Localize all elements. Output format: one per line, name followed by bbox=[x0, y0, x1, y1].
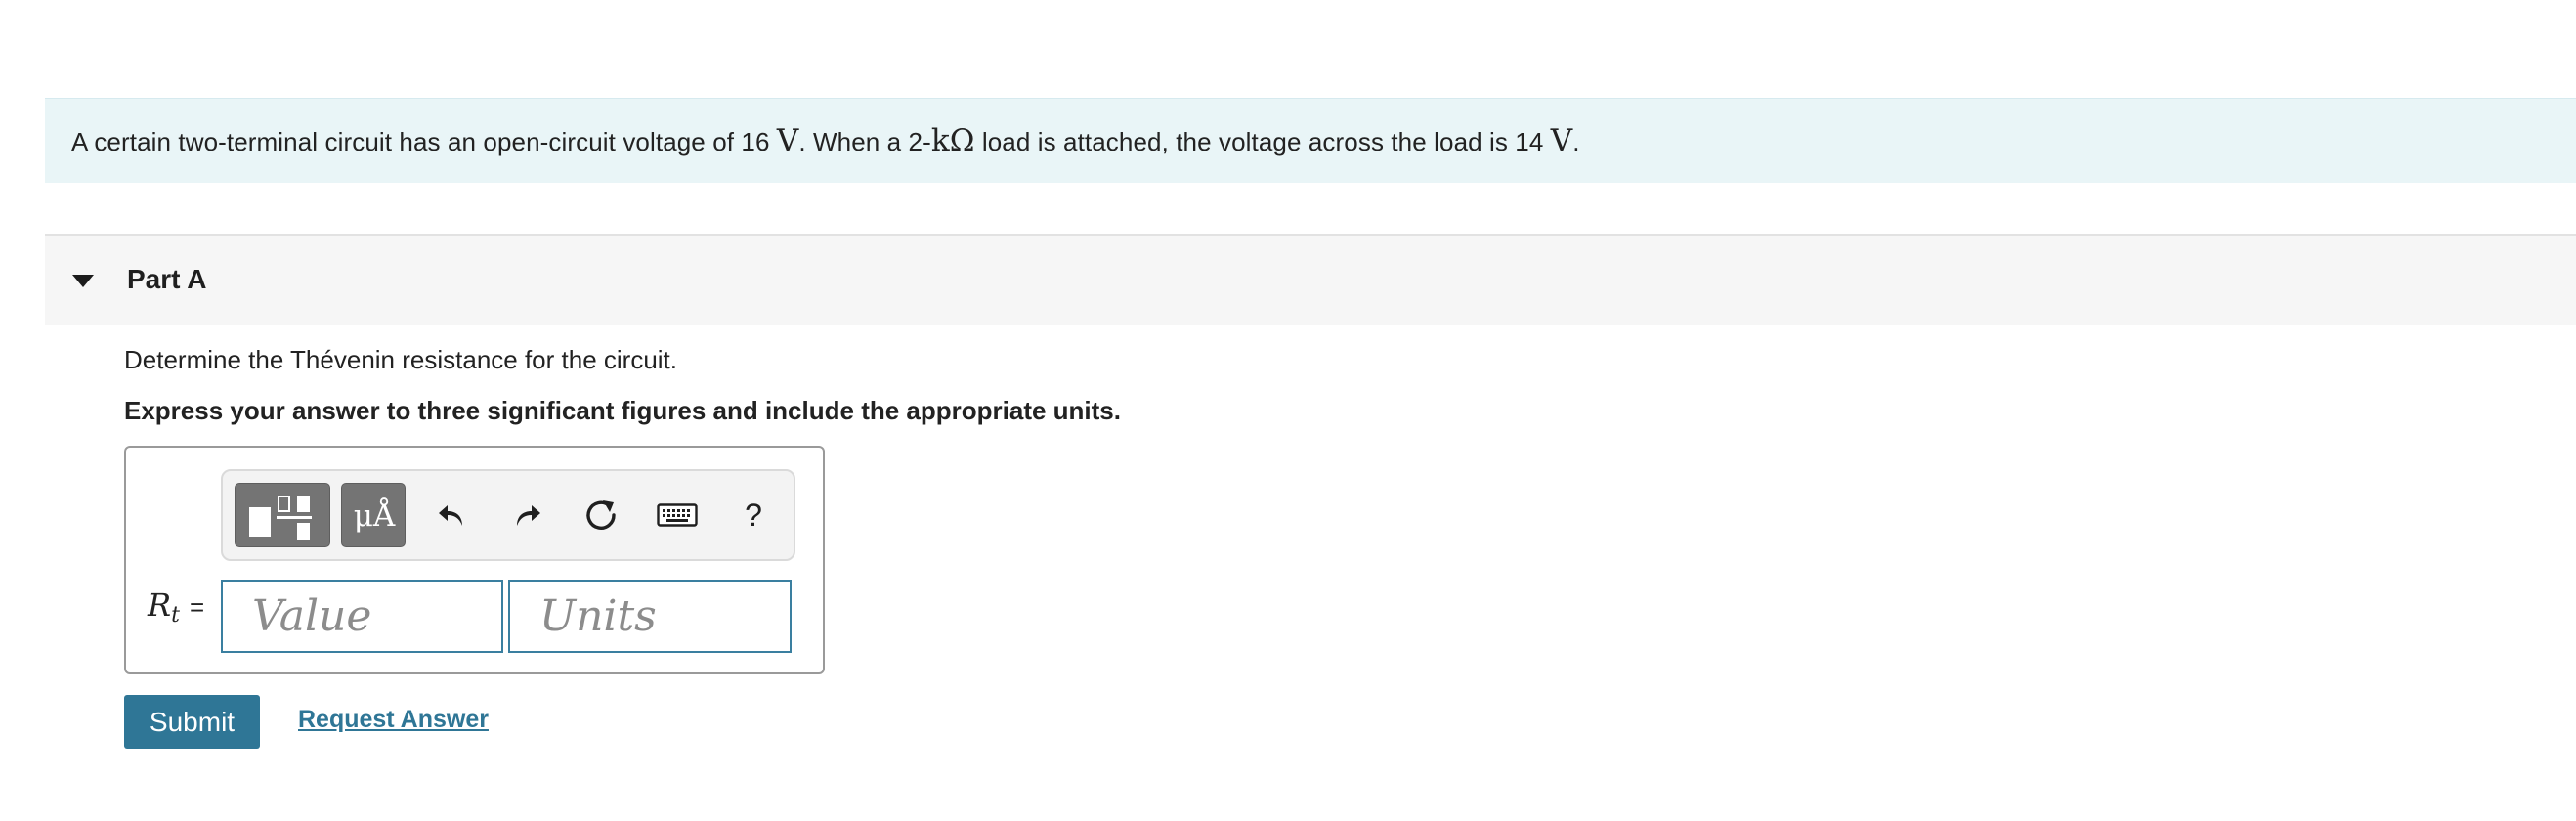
problem-text-1: A certain two-terminal circuit has an op… bbox=[71, 127, 777, 156]
page: A certain two-terminal circuit has an op… bbox=[0, 0, 2576, 821]
keyboard-icon bbox=[657, 503, 698, 527]
math-toolbar: μÅ ? bbox=[221, 469, 795, 561]
unit-volts-1: V bbox=[776, 123, 799, 158]
answer-box: μÅ ? Rt = Value Units bbox=[124, 446, 825, 674]
units-input[interactable] bbox=[508, 580, 792, 653]
unit-kilohm: kΩ bbox=[930, 123, 975, 158]
keyboard-button[interactable] bbox=[653, 491, 702, 540]
variable-subscript: t bbox=[171, 603, 180, 627]
problem-text-3: load is attached, the voltage across the… bbox=[974, 127, 1551, 156]
instruction-text: Express your answer to three significant… bbox=[124, 396, 1121, 425]
variable-symbol: R bbox=[148, 586, 172, 624]
problem-text-2: . When a 2- bbox=[798, 127, 931, 156]
help-button[interactable]: ? bbox=[729, 491, 778, 540]
caret-down-icon[interactable] bbox=[72, 275, 94, 287]
units-icon: μÅ bbox=[353, 498, 396, 534]
problem-statement: A certain two-terminal circuit has an op… bbox=[45, 98, 2576, 183]
reset-icon bbox=[586, 500, 616, 530]
reset-button[interactable] bbox=[578, 491, 626, 540]
undo-icon bbox=[439, 505, 462, 526]
undo-button[interactable] bbox=[428, 491, 477, 540]
units-button[interactable]: μÅ bbox=[341, 483, 406, 547]
submit-button[interactable]: Submit bbox=[124, 695, 260, 749]
part-title: Part A bbox=[127, 264, 207, 294]
request-answer-link[interactable]: Request Answer bbox=[298, 706, 489, 734]
variable-label: Rt = bbox=[148, 586, 204, 627]
redo-button[interactable] bbox=[502, 491, 551, 540]
question-text: Determine the Thévenin resistance for th… bbox=[124, 345, 678, 374]
value-input[interactable] bbox=[221, 580, 503, 653]
part-a-header[interactable]: Part A bbox=[45, 234, 2576, 325]
problem-text: A certain two-terminal circuit has an op… bbox=[71, 123, 1580, 158]
problem-text-4: . bbox=[1572, 127, 1580, 156]
templates-button[interactable] bbox=[235, 483, 330, 547]
unit-volts-2: V bbox=[1550, 123, 1573, 158]
redo-icon bbox=[517, 505, 540, 526]
equals-sign: = bbox=[189, 592, 205, 622]
